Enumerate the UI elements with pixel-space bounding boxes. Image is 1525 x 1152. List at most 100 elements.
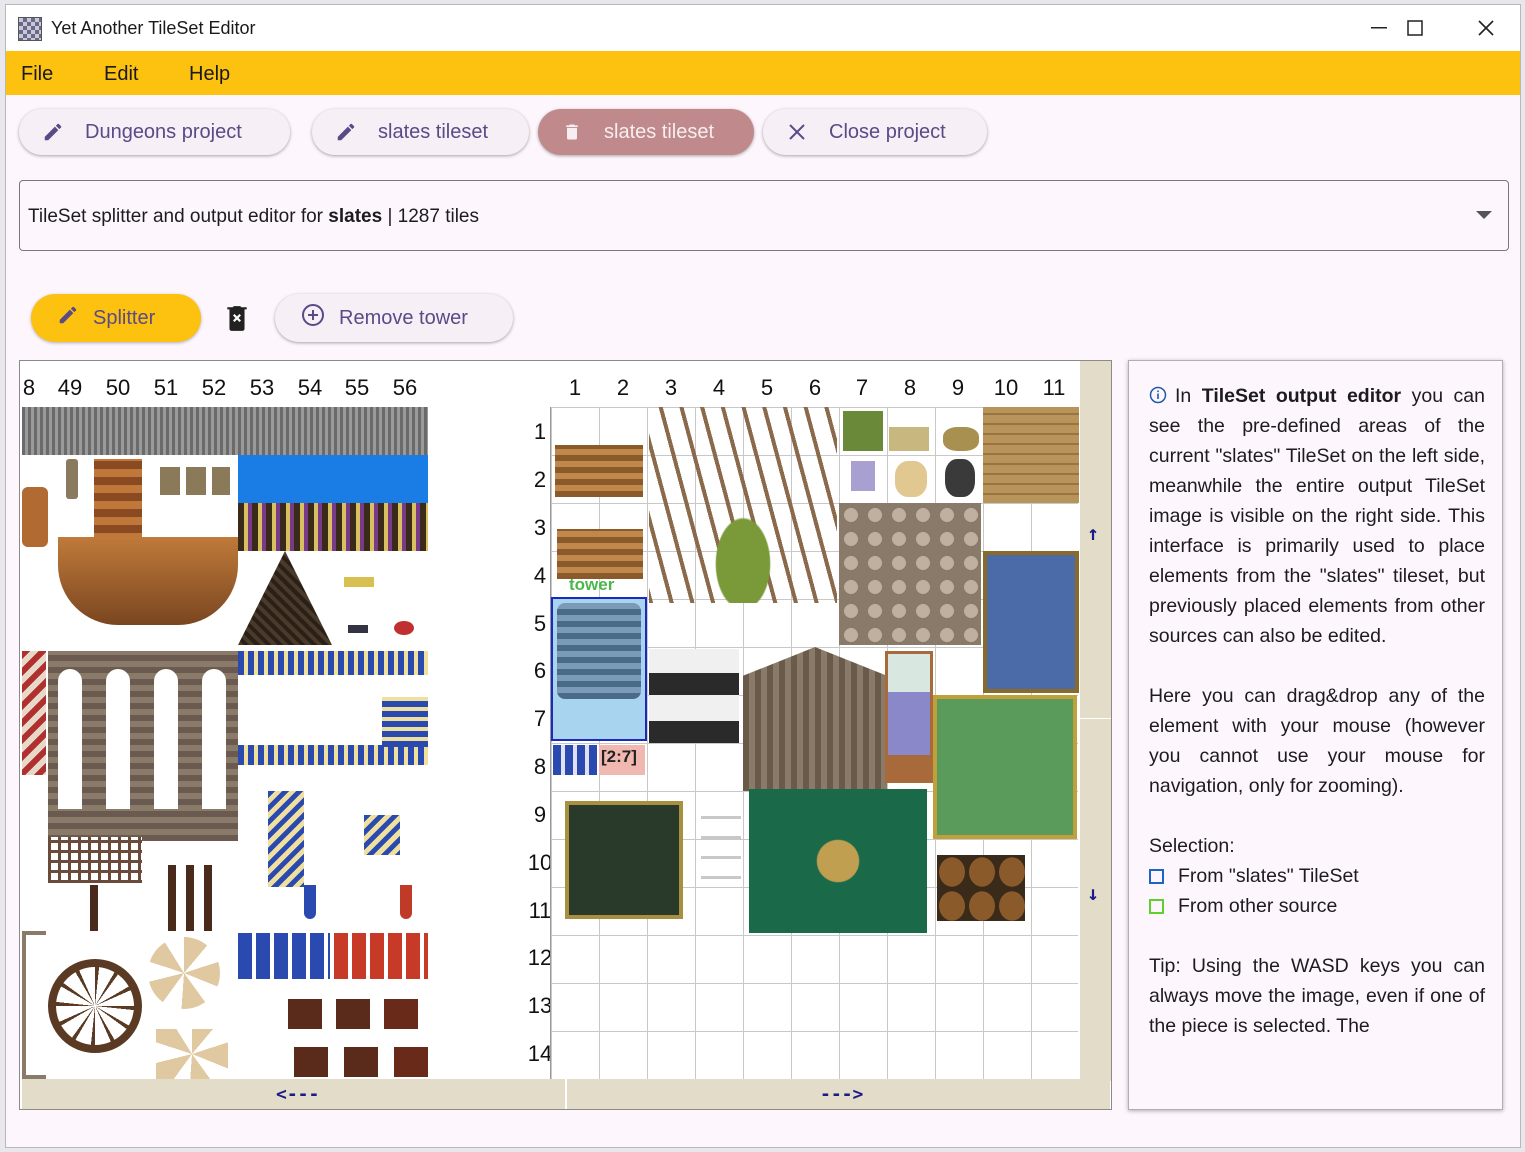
menu-file[interactable]: File <box>21 63 53 86</box>
green-rug <box>933 695 1077 839</box>
tab-slates-tileset-delete[interactable]: slates tileset <box>538 109 754 155</box>
info-text: In <box>1175 385 1202 407</box>
shelf-tiles <box>238 503 428 551</box>
green-carpet <box>749 789 927 933</box>
column-header: 6 <box>808 375 822 400</box>
sack-item <box>895 461 927 497</box>
scroll-up-arrow[interactable]: ↑ <box>1087 521 1099 545</box>
wooden-bench <box>557 529 643 579</box>
small-items <box>348 625 368 633</box>
column-header: 8 <box>22 375 36 400</box>
column-header: 50 <box>105 375 131 400</box>
column-header: 54 <box>297 375 323 400</box>
remove-tower-button[interactable]: Remove tower <box>275 294 513 342</box>
add-circle-icon <box>301 303 325 333</box>
arch-opening <box>58 669 82 809</box>
splitter-button[interactable]: Splitter <box>31 294 201 342</box>
remove-tower-label: Remove tower <box>339 306 468 329</box>
small-items <box>394 621 414 635</box>
title-bar: Yet Another TileSet Editor <box>6 5 1520 51</box>
info-paragraph-intro: In TileSet output editor you can see the… <box>1149 381 1485 651</box>
close-window-button[interactable] <box>1451 5 1520 51</box>
menu-edit[interactable]: Edit <box>104 63 138 86</box>
hanging-sign <box>394 1047 428 1077</box>
horizontal-scrollbar[interactable]: <--- ---> <box>22 1079 1110 1109</box>
wooden-post <box>90 885 98 931</box>
kettle-item <box>945 459 975 497</box>
striped-banner <box>22 651 46 775</box>
water-wheel <box>48 959 142 1053</box>
cobblestone-floor <box>839 503 981 645</box>
scroll-down-arrow[interactable]: ↓ <box>1087 881 1099 905</box>
selector-text: TileSet splitter and output editor for s… <box>28 206 479 228</box>
tileset-selector[interactable]: TileSet splitter and output editor for s… <box>19 180 1509 251</box>
source-tileset-preview[interactable] <box>22 407 430 1079</box>
roof-tile <box>238 551 332 645</box>
dead-tree <box>649 407 837 603</box>
legend-other: From other source <box>1149 891 1485 921</box>
maximize-icon <box>1407 20 1423 36</box>
column-header: 3 <box>664 375 678 400</box>
weapon-rack <box>701 799 741 879</box>
bottle-item <box>851 461 875 491</box>
blue-banner <box>268 791 304 887</box>
red-pennants <box>334 933 428 979</box>
info-icon <box>1149 386 1167 404</box>
column-header: 8 <box>903 375 917 400</box>
tab-dungeons-project[interactable]: Dungeons project <box>19 109 290 155</box>
legend-slates: From "slates" TileSet <box>1149 861 1485 891</box>
arch-opening <box>106 669 130 809</box>
water-tiles <box>238 455 428 503</box>
column-header: 53 <box>249 375 275 400</box>
wooden-frame <box>168 865 212 931</box>
output-tileset-grid[interactable]: tower [2:7] <box>550 407 1079 1079</box>
vertical-scrollbar[interactable]: ↑ ↓ <box>1080 361 1111 1081</box>
wooden-cabinet <box>94 459 142 549</box>
tab-close-project[interactable]: Close project <box>763 109 987 155</box>
ship-hull <box>58 537 238 625</box>
barrels-row <box>160 467 230 495</box>
scroll-divider <box>565 1079 567 1109</box>
tileset-canvas[interactable]: 8 49 50 51 52 53 54 55 56 1 2 3 4 5 6 7 … <box>19 360 1112 1110</box>
tower-art <box>557 603 641 699</box>
info-panel: In TileSet output editor you can see the… <box>1128 360 1503 1110</box>
delete-icon <box>227 306 247 331</box>
dark-rug <box>565 801 683 919</box>
column-header: 1 <box>568 375 582 400</box>
plank-item <box>889 427 929 451</box>
window-title: Yet Another TileSet Editor <box>51 18 256 38</box>
scroll-right-arrow[interactable]: ---> <box>820 1084 863 1105</box>
splitter-label: Splitter <box>93 306 156 329</box>
hanging-sign <box>344 1047 378 1077</box>
selection-title: Selection: <box>1149 835 1235 857</box>
column-header: 49 <box>57 375 83 400</box>
column-header: 11 <box>1042 375 1066 400</box>
tab-slates-tileset-edit[interactable]: slates tileset <box>312 109 529 155</box>
trash-icon <box>560 120 584 144</box>
menu-bar: File Edit Help <box>6 51 1520 95</box>
stone-frame <box>22 931 46 1079</box>
windmill-blades <box>148 937 220 1009</box>
windmill-blades <box>156 1029 228 1079</box>
tab-label: Close project <box>829 120 946 143</box>
info-tip: Tip: Using the WASD keys you can always … <box>1149 955 1485 1037</box>
maximize-button[interactable] <box>1380 5 1450 51</box>
pencil-icon <box>334 120 358 144</box>
lamp-post <box>66 459 78 499</box>
barrels <box>937 855 1025 921</box>
blue-square-icon <box>1149 868 1164 884</box>
pencil-icon <box>41 120 65 144</box>
tab-label: slates tileset <box>378 120 489 143</box>
app-window: Yet Another TileSet Editor File Edit Hel… <box>5 4 1521 1148</box>
column-header: 56 <box>392 375 418 400</box>
hanging-sign <box>294 1047 328 1077</box>
bowl-item <box>943 427 979 451</box>
menu-help[interactable]: Help <box>189 63 230 86</box>
close-icon <box>785 120 809 144</box>
legend-slates-label: From "slates" TileSet <box>1178 865 1359 887</box>
blue-fence-corner <box>382 697 428 747</box>
coordinate-label: [2:7] <box>599 745 645 775</box>
tab-label: slates tileset <box>604 120 715 143</box>
scroll-left-arrow[interactable]: <--- <box>276 1084 319 1105</box>
delete-tile-button[interactable] <box>224 304 250 332</box>
